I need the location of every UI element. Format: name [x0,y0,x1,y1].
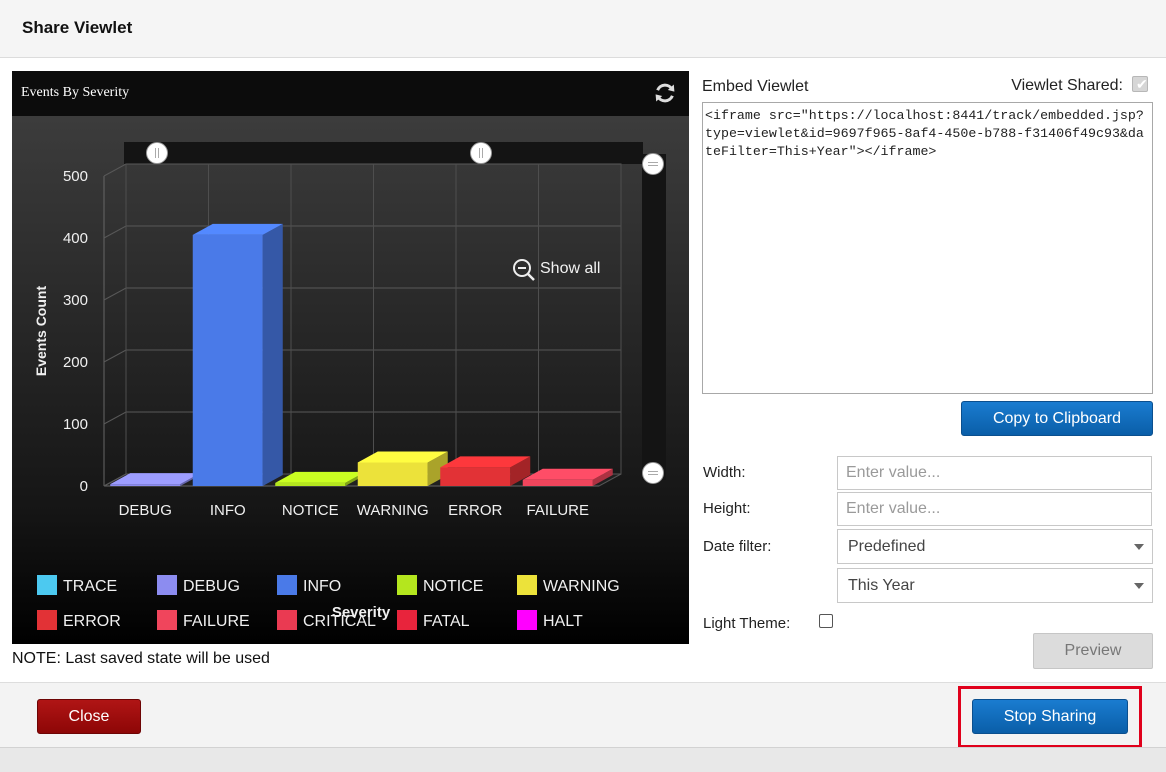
scroll-handle-bottom[interactable] [642,462,664,484]
legend-item-warning[interactable]: WARNING [517,575,620,595]
date-filter-label: Date filter: [703,538,772,555]
y-axis-title: Events Count [33,286,49,377]
legend-item-failure[interactable]: FAILURE [157,610,250,630]
embed-viewlet-label: Embed Viewlet [702,78,809,95]
vertical-scrollbar-track[interactable] [642,154,666,480]
date-filter-value: Predefined [848,538,926,555]
preview-button[interactable]: Preview [1033,633,1153,669]
zoom-scrollbar-track[interactable] [124,142,643,164]
check-icon: ✔ [1136,76,1148,92]
light-theme-label: Light Theme: [703,615,791,632]
refresh-icon[interactable] [653,81,677,105]
legend-label: HALT [543,613,583,630]
legend-label: INFO [303,578,341,595]
date-range-select[interactable]: This Year [837,568,1153,603]
y-tick-label: 200 [63,354,88,371]
zoom-handle-right[interactable] [470,142,492,164]
chart-panel: Events By Severity 0 100 200 300 400 500… [12,71,689,644]
dialog-title: Share Viewlet [22,18,133,37]
note-text: NOTE: Last saved state will be used [12,650,270,667]
x-tick-label: NOTICE [282,502,339,519]
share-viewlet-dialog: Share Viewlet Events By Severity 0 100 2… [0,0,1166,748]
legend-label: CRITICAL [303,613,376,630]
legend-item-debug[interactable]: DEBUG [157,575,240,595]
stop-sharing-button[interactable]: Stop Sharing [972,699,1128,734]
viewlet-shared-label: Viewlet Shared: [1011,77,1123,94]
x-tick-label: FAILURE [526,502,589,519]
chart-background [12,116,689,644]
show-all-label: Show all [540,260,600,277]
x-tick-label: DEBUG [119,502,172,519]
chart-header: Events By Severity [12,71,689,116]
chevron-down-icon [1134,583,1144,589]
x-tick-label: WARNING [357,502,429,519]
date-range-value: This Year [848,577,915,594]
height-input[interactable] [837,492,1152,526]
dialog-header: Share Viewlet [0,0,1166,58]
x-tick-label: INFO [210,502,246,519]
legend-label: FATAL [423,613,470,630]
y-tick-label: 500 [63,168,88,185]
bar-info[interactable] [192,223,283,486]
embed-code-textarea[interactable]: <iframe src="https://localhost:8441/trac… [702,102,1153,394]
legend-label: ERROR [63,613,121,630]
bar-error[interactable] [440,456,531,486]
legend-label: WARNING [543,578,620,595]
embed-panel: Embed Viewlet Viewlet Shared: ✔ <iframe … [702,70,1154,675]
legend-item-trace[interactable]: TRACE [37,575,117,595]
legend-item-error[interactable]: ERROR [37,610,121,630]
legend-label: FAILURE [183,613,250,630]
y-tick-label: 300 [63,292,88,309]
viewlet-shared-checkbox[interactable]: ✔ [1132,76,1148,92]
scroll-handle-top[interactable] [642,153,664,175]
date-filter-select[interactable]: Predefined [837,529,1153,564]
zoom-handle-left[interactable] [146,142,168,164]
y-tick-label: 0 [80,478,88,495]
y-tick-label: 400 [63,230,88,247]
y-tick-label: 100 [63,416,88,433]
dialog-footer: Close Stop Sharing [0,682,1166,748]
width-label: Width: [703,464,746,481]
legend-item-notice[interactable]: NOTICE [397,575,483,595]
legend-item-critical[interactable]: CRITICAL [277,610,376,630]
copy-to-clipboard-button[interactable]: Copy to Clipboard [961,401,1153,436]
events-by-severity-chart: 0 100 200 300 400 500 DEBUG INFO NOTICE WARNING ER… [12,116,689,644]
x-tick-label: ERROR [448,502,502,519]
chevron-down-icon [1134,544,1144,550]
page-bottom-strip [0,747,1166,772]
width-input[interactable] [837,456,1152,490]
light-theme-checkbox[interactable] [819,614,833,628]
legend-label: TRACE [63,578,117,595]
legend-label: NOTICE [423,578,483,595]
chart-title: Events By Severity [21,85,130,100]
bar-warning[interactable] [357,451,448,486]
legend-item-fatal[interactable]: FATAL [397,610,470,630]
legend-label: DEBUG [183,578,240,595]
legend-item-halt[interactable]: HALT [517,610,583,630]
close-button[interactable]: Close [37,699,141,734]
legend-item-info[interactable]: INFO [277,575,341,595]
height-label: Height: [703,500,751,517]
